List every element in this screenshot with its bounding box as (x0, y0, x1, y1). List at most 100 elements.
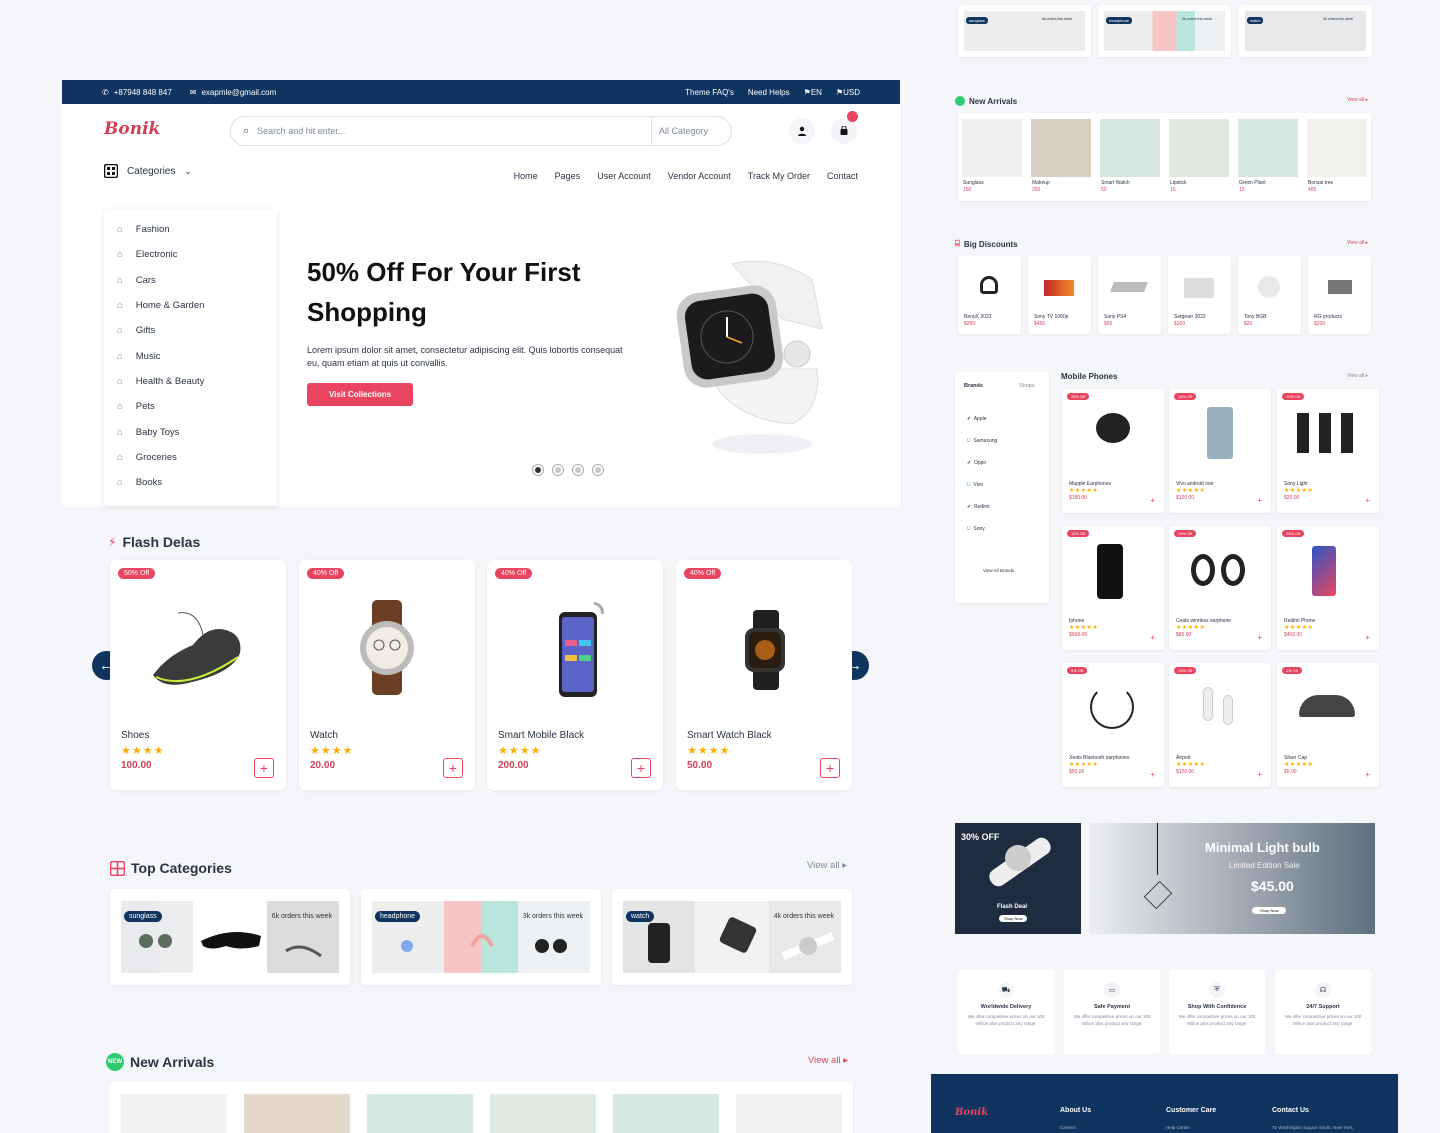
mobile-product-card[interactable]: 15% Off Ceats wireless earphone ★★★★★ $80.0… (1169, 526, 1271, 650)
top-category-card[interactable]: watch 4k orders this week (612, 889, 852, 985)
categories-button[interactable]: Categories ⌄ (104, 164, 192, 178)
top-category-card[interactable]: headphone 3k orders this week (361, 889, 601, 985)
mobile-product-card[interactable]: 15% Off Vivo android one ★★★★★ $120.00 + (1169, 389, 1271, 513)
category-item[interactable]: ⌂ Home & Garden (104, 293, 277, 318)
category-item[interactable]: ⌂ Cars (104, 268, 277, 293)
top-category-card[interactable]: sunglass 6k orders this week (110, 889, 350, 985)
add-to-cart-button[interactable]: + (1365, 633, 1370, 642)
help-link[interactable]: Need Helps (748, 88, 790, 97)
mobile-product-card[interactable]: 25% Off Redimi Phone ★★★★★ $400.00 + (1277, 526, 1379, 650)
category-item[interactable]: ⌂ Health & Beauty (104, 369, 277, 394)
mini-view-all[interactable]: View all ▸ (1347, 373, 1368, 379)
category-item[interactable]: ⌂ Groceries (104, 445, 277, 470)
mobile-product-card[interactable]: 25% Off Mapple Earphones ★★★★★ $180.00 + (1062, 389, 1164, 513)
currency-select[interactable]: ⚑USD (836, 88, 860, 97)
product-card[interactable]: 40% Off Watch ★★★★ 20.00 + (299, 560, 475, 790)
add-to-cart-button[interactable]: + (1150, 770, 1155, 779)
brand-item[interactable]: U Vivo (967, 474, 997, 496)
mobile-product-card[interactable]: 15% Off Iphone ★★★★★ $999.00 + (1062, 526, 1164, 650)
slider-dot[interactable] (552, 464, 564, 476)
product-card[interactable]: 40% Off Smart Mobile Black ★★★★ 200.00 + (487, 560, 663, 790)
product-card[interactable]: 50% Off Shoes ★★★★ 100.00 + (110, 560, 286, 790)
nav-home[interactable]: Home (514, 171, 538, 181)
mobile-product-card[interactable]: 2% Off Silver Cap ★★★★★ $5.00 + (1277, 663, 1379, 787)
add-to-cart-button[interactable]: + (1150, 633, 1155, 642)
mini-view-all[interactable]: View all ▸ (1347, 240, 1368, 246)
category-item[interactable]: ⌂ Books (104, 470, 277, 495)
brand-item[interactable]: U Sony (967, 518, 997, 540)
add-to-cart-button[interactable]: + (1257, 633, 1262, 642)
mini-category-card[interactable]: sunglass 6k orders this week (958, 5, 1091, 57)
add-to-cart-button[interactable]: + (820, 758, 840, 778)
product-thumb[interactable] (490, 1094, 596, 1133)
category-item[interactable]: ⌂ Baby Toys (104, 419, 277, 444)
product-thumb[interactable] (736, 1094, 842, 1133)
search-input[interactable]: Search and hit enter... (257, 126, 651, 136)
brand-item[interactable]: ✔ Oppo (967, 452, 997, 474)
product-thumb[interactable] (962, 119, 1022, 177)
language-select[interactable]: ⚑EN (804, 88, 822, 97)
mobile-product-card[interactable]: 5% Off Xeats Bluetooth earphones ★★★★★ $50.… (1062, 663, 1164, 787)
shop-now-button[interactable]: Shop Now (999, 915, 1028, 922)
mobile-product-card[interactable]: 10% Off Sony Light ★★★★★ $20.00 + (1277, 389, 1379, 513)
nav-pages[interactable]: Pages (555, 171, 581, 181)
shops-tab[interactable]: Shops (1019, 383, 1035, 389)
slider-dot[interactable] (592, 464, 604, 476)
logo[interactable]: Bonik (104, 119, 160, 139)
category-item[interactable]: ⌂ Pets (104, 394, 277, 419)
flash-deal-banner[interactable]: 30% OFF Flash Deal Shop Now (955, 823, 1081, 934)
brands-tab[interactable]: Brands (964, 383, 983, 389)
nav-user-account[interactable]: User Account (597, 171, 651, 181)
faq-link[interactable]: Theme FAQ's (685, 88, 734, 97)
add-to-cart-button[interactable]: + (1150, 496, 1155, 505)
add-to-cart-button[interactable]: + (1365, 770, 1370, 779)
product-thumb[interactable] (1238, 119, 1298, 177)
nav-vendor-account[interactable]: Vendor Account (668, 171, 731, 181)
footer-link[interactable]: Careers (1060, 1125, 1076, 1130)
top-categories-view-all[interactable]: View all ▸ (807, 860, 847, 871)
add-to-cart-button[interactable]: + (1257, 496, 1262, 505)
user-icon[interactable] (789, 118, 815, 144)
category-item[interactable]: ⌂ Music (104, 343, 277, 368)
product-thumb[interactable] (367, 1094, 473, 1133)
product-thumb[interactable] (1307, 119, 1367, 177)
add-to-cart-button[interactable]: + (254, 758, 274, 778)
shop-now-button[interactable]: Shop Now (1252, 907, 1287, 914)
footer-logo[interactable]: Bonik (955, 1107, 988, 1118)
product-thumb[interactable] (121, 1094, 227, 1133)
add-to-cart-button[interactable]: + (631, 758, 651, 778)
product-thumb[interactable] (1100, 119, 1160, 177)
visit-collections-button[interactable]: Visit Collections (307, 383, 413, 406)
add-to-cart-button[interactable]: + (1365, 496, 1370, 505)
slider-dot[interactable] (532, 464, 544, 476)
discount-card[interactable]: Setgearr 2022 $100 (1168, 256, 1231, 334)
add-to-cart-button[interactable]: + (443, 758, 463, 778)
product-thumb[interactable] (613, 1094, 719, 1133)
discount-card[interactable]: Tony BGB $20 (1238, 256, 1301, 334)
product-thumb[interactable] (1169, 119, 1229, 177)
category-item[interactable]: ⌂ Gifts (104, 318, 277, 343)
light-bulb-banner[interactable]: Minimal Light bulb Limited Edition Sale … (1089, 823, 1375, 934)
mini-category-card[interactable]: watch 4k orders this week (1239, 5, 1372, 57)
mobile-product-card[interactable]: 15% Off Airpod ★★★★★ $120.00 + (1169, 663, 1271, 787)
discount-card[interactable]: Sony PS4 $50 (1098, 256, 1161, 334)
nav-track-order[interactable]: Track My Order (748, 171, 810, 181)
slider-dot[interactable] (572, 464, 584, 476)
product-card[interactable]: 40% Off Smart Watch Black ★★★★ 50.00 + (676, 560, 852, 790)
product-thumb[interactable] (1031, 119, 1091, 177)
nav-contact[interactable]: Contact (827, 171, 858, 181)
category-dropdown[interactable]: All Category (651, 117, 731, 145)
add-to-cart-button[interactable]: + (1257, 770, 1262, 779)
category-item[interactable]: ⌂ Fashion (104, 217, 277, 242)
new-arrivals-view-all[interactable]: View all ▸ (808, 1055, 848, 1066)
category-item[interactable]: ⌂ Electronic (104, 242, 277, 267)
product-thumb[interactable] (244, 1094, 350, 1133)
discount-card[interactable]: BenuX 2022 $250 (958, 256, 1021, 334)
discount-card[interactable]: RG products $200 (1308, 256, 1371, 334)
mini-category-card[interactable]: headphone 3k orders this week (1098, 5, 1231, 57)
brand-item[interactable]: U Samasung (967, 430, 997, 452)
mini-view-all[interactable]: View all ▸ (1347, 97, 1368, 103)
brand-item[interactable]: ✔ Redimi (967, 496, 997, 518)
footer-link[interactable]: Help Center (1166, 1125, 1190, 1130)
view-all-brands-link[interactable]: View All Brands (983, 568, 1014, 573)
